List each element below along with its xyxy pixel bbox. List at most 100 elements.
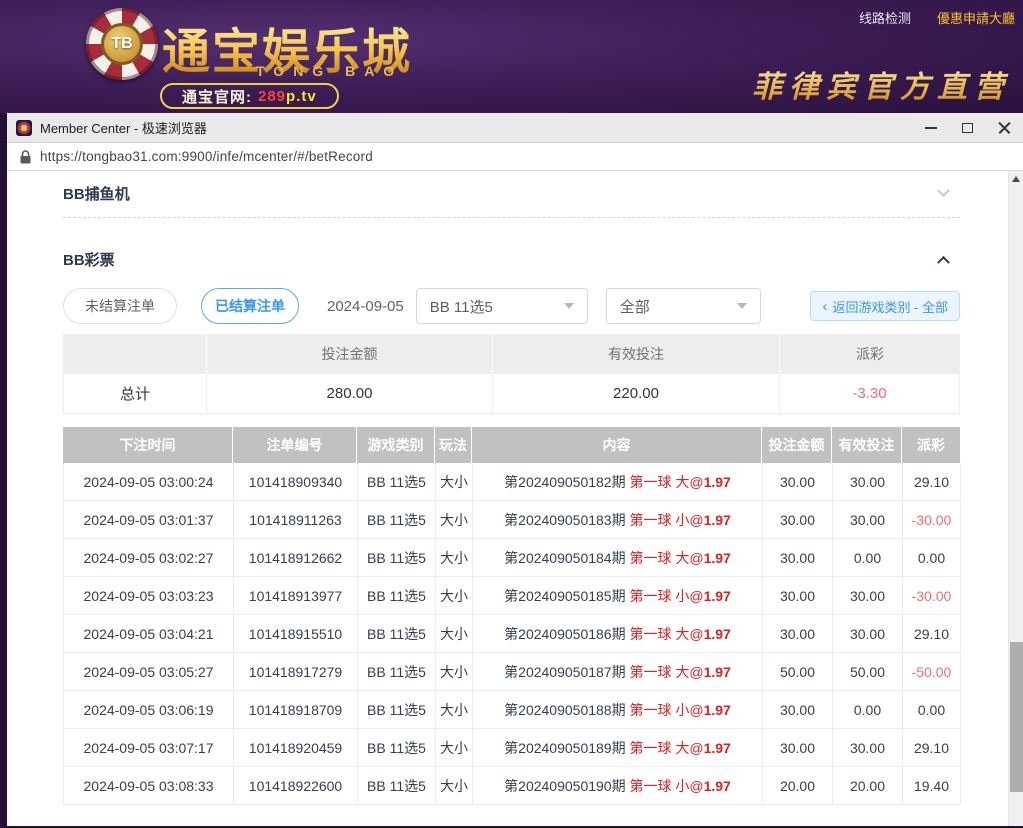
bet-pick: 第一球 大@ [629, 738, 703, 758]
bet-pick: 第一球 大@ [629, 624, 703, 644]
bet-pick: 第一球 小@ [629, 586, 703, 606]
bet-amount: 30.00 [763, 577, 833, 614]
bet-period: 第202409050186期 [504, 624, 625, 644]
bet-game-category: BB 11选5 [358, 463, 436, 500]
bet-record-table: 下注时间注单编号游戏类别玩法内容投注金额有效投注派彩 2024-09-05 03… [63, 427, 960, 805]
bet-header-cell: 游戏类别 [357, 427, 435, 463]
bet-odds: 1.97 [704, 778, 731, 794]
bet-time: 2024-09-05 03:08:33 [64, 767, 234, 804]
back-to-game-category-button[interactable]: ‹ 返回游戏类别 - 全部 [810, 291, 960, 321]
summary-header-cell: 投注金额 [207, 334, 493, 374]
browser-titlebar: Member Center - 极速浏览器 [7, 113, 1023, 143]
bet-payout: 29.10 [903, 729, 961, 766]
chip-tb-label: TB [101, 23, 143, 65]
bet-odds: 1.97 [704, 740, 731, 756]
official-site-number: 289 [258, 88, 286, 105]
bet-content: 第202409050186期 第一球 大@1.97 [473, 615, 763, 652]
bet-play-type: 大小 [436, 463, 473, 500]
bet-odds: 1.97 [704, 664, 731, 680]
bet-payout: 0.00 [903, 691, 961, 728]
summary-value: 280.00 [207, 374, 493, 414]
bet-period: 第202409050183期 [504, 510, 625, 530]
caret-down-icon [737, 303, 747, 309]
official-site-p: p [286, 88, 296, 105]
bet-amount: 30.00 [763, 539, 833, 576]
bet-row: 2024-09-05 03:06:19101418918709BB 11选5大小… [63, 691, 960, 729]
bet-period: 第202409050189期 [504, 738, 625, 758]
scrollbar-thumb[interactable] [1010, 642, 1023, 792]
bet-play-type: 大小 [436, 729, 473, 766]
bet-row: 2024-09-05 03:07:17101418920459BB 11选5大小… [63, 729, 960, 767]
bet-valid-amount: 30.00 [833, 615, 903, 652]
bet-period: 第202409050190期 [504, 776, 625, 796]
close-icon [998, 121, 1011, 134]
minimize-button[interactable] [912, 113, 949, 142]
bet-odds: 1.97 [704, 626, 731, 642]
bet-order-id: 101418922600 [234, 767, 358, 804]
summary-value: -3.30 [780, 374, 960, 414]
bet-game-category: BB 11选5 [358, 615, 436, 652]
bet-amount: 20.00 [763, 767, 833, 804]
close-button[interactable] [986, 113, 1023, 142]
bet-order-id: 101418917279 [234, 653, 358, 690]
bb-lottery-collapse-toggle[interactable] [928, 249, 958, 269]
section-divider [63, 217, 960, 218]
bet-table-header: 下注时间注单编号游戏类别玩法内容投注金额有效投注派彩 [63, 427, 960, 463]
bet-valid-amount: 30.00 [833, 729, 903, 766]
bb-fishing-collapse-toggle[interactable] [928, 183, 958, 203]
tab-unsettled-bets[interactable]: 未结算注单 [63, 288, 177, 324]
filter-bar: 未结算注单 已结算注单 2024-09-05 BB 11选5 全部 ‹ 返回游戏… [63, 288, 960, 324]
tab-settled-bets[interactable]: 已结算注单 [201, 288, 299, 324]
bet-content: 第202409050185期 第一球 小@1.97 [473, 577, 763, 614]
link-promo-hall[interactable]: 優惠申請大廳 [937, 8, 1015, 27]
bet-time: 2024-09-05 03:03:23 [64, 577, 234, 614]
bet-amount: 30.00 [763, 729, 833, 766]
bet-content: 第202409050182期 第一球 大@1.97 [473, 463, 763, 500]
game-select[interactable]: BB 11选5 [416, 288, 588, 324]
scope-select[interactable]: 全部 [606, 288, 761, 324]
bet-row: 2024-09-05 03:02:27101418912662BB 11选5大小… [63, 539, 960, 577]
bet-play-type: 大小 [436, 577, 473, 614]
bet-header-cell: 派彩 [902, 427, 960, 463]
summary-table: 投注金额有效投注派彩 总计280.00220.00-3.30 [63, 334, 960, 414]
bet-pick: 第一球 小@ [629, 510, 703, 530]
official-slogan: 菲律宾官方直营 [752, 62, 1011, 106]
section-bb-fishing: BB捕鱼机 [63, 181, 960, 205]
bet-period: 第202409050185期 [504, 586, 625, 606]
bet-order-id: 101418920459 [234, 729, 358, 766]
browser-address-bar[interactable]: https://tongbao31.com:9900/infe/mcenter/… [7, 143, 1023, 171]
bet-content: 第202409050183期 第一球 小@1.97 [473, 501, 763, 538]
bet-content: 第202409050190期 第一球 小@1.97 [473, 767, 763, 804]
scroll-up-arrow-icon[interactable] [1012, 176, 1020, 182]
link-line-check[interactable]: 线路检测 [859, 8, 911, 27]
bet-odds: 1.97 [704, 588, 731, 604]
bet-pick: 第一球 小@ [629, 776, 703, 796]
bet-content: 第202409050184期 第一球 大@1.97 [473, 539, 763, 576]
bet-valid-amount: 30.00 [833, 577, 903, 614]
maximize-button[interactable] [949, 113, 986, 142]
bet-time: 2024-09-05 03:07:17 [64, 729, 234, 766]
bet-valid-amount: 20.00 [833, 767, 903, 804]
bet-odds: 1.97 [704, 512, 731, 528]
bet-time: 2024-09-05 03:04:21 [64, 615, 234, 652]
bet-period: 第202409050187期 [504, 662, 625, 682]
bet-row: 2024-09-05 03:08:33101418922600BB 11选5大小… [63, 767, 960, 805]
summary-table-total-row: 总计280.00220.00-3.30 [63, 374, 960, 414]
summary-header-cell: 有效投注 [493, 334, 780, 374]
bet-time: 2024-09-05 03:00:24 [64, 463, 234, 500]
bet-payout: -30.00 [903, 501, 961, 538]
bet-game-category: BB 11选5 [358, 501, 436, 538]
vertical-scrollbar[interactable] [1008, 171, 1023, 826]
bet-payout: 19.40 [903, 767, 961, 804]
bet-odds: 1.97 [704, 550, 731, 566]
bet-valid-amount: 50.00 [833, 653, 903, 690]
bet-pick: 第一球 大@ [629, 548, 703, 568]
bet-game-category: BB 11选5 [358, 729, 436, 766]
summary-value: 220.00 [493, 374, 780, 414]
bet-valid-amount: 0.00 [833, 691, 903, 728]
summary-total-label: 总计 [63, 374, 207, 414]
brand-subtitle: TONG BAO [256, 63, 403, 79]
bet-play-type: 大小 [436, 501, 473, 538]
date-picker[interactable]: 2024-09-05 [327, 298, 404, 315]
bet-amount: 30.00 [763, 691, 833, 728]
